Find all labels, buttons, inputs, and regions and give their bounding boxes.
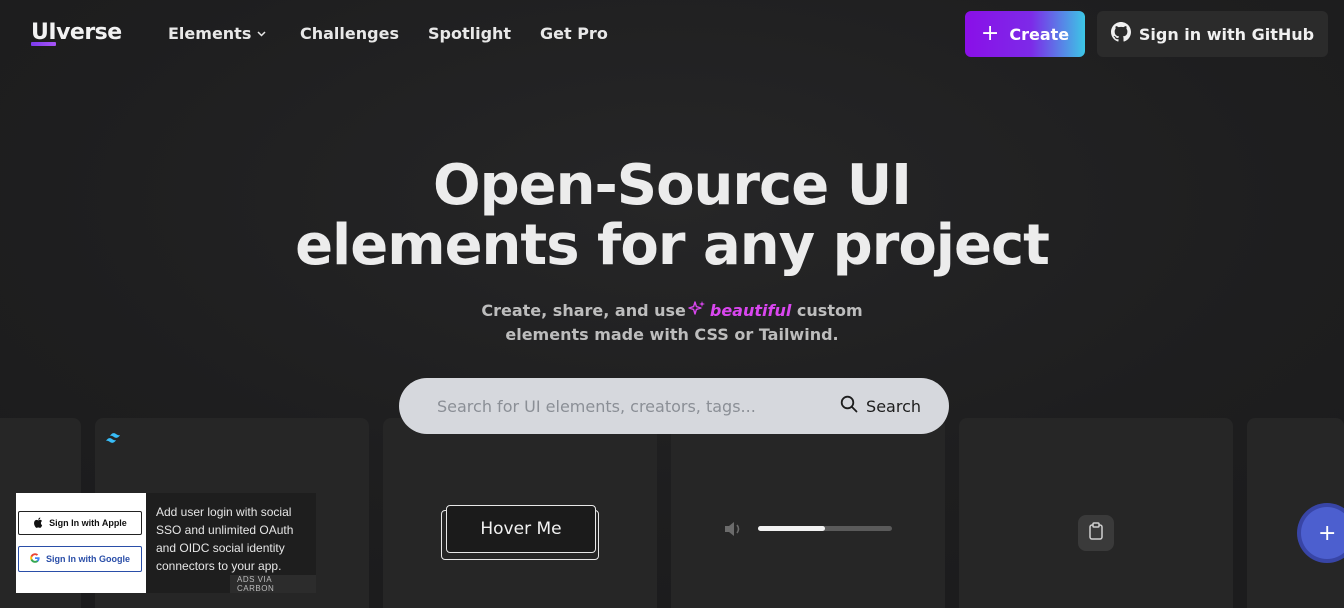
volume-slider-fill [758, 526, 825, 531]
search-button[interactable]: Search [840, 392, 921, 420]
nav-elements[interactable]: Elements [168, 24, 266, 45]
ad-apple-signin: Sign In with Apple [18, 511, 142, 535]
ad-apple-label: Sign In with Apple [49, 518, 127, 528]
logo-verse-text: verse [56, 20, 122, 45]
chevron-down-icon [257, 25, 266, 45]
plus-icon: + [1318, 520, 1337, 546]
create-button-label: Create [1009, 24, 1070, 44]
hover-me-button[interactable]: Hover Me [441, 505, 599, 560]
ad-google-label: Sign In with Google [46, 554, 130, 564]
hero-title-line1: Open-Source UI [432, 153, 912, 218]
hero-subtitle-line2: elements made with CSS or Tailwind. [505, 325, 839, 344]
logo-ui-text: UI [31, 20, 57, 45]
element-card-hover-button[interactable]: Hover Me [383, 418, 657, 608]
plus-icon: + [980, 21, 1000, 46]
search-bar: Search [399, 378, 949, 434]
nav-elements-label: Elements [168, 24, 252, 43]
hero-subtitle-post: custom [796, 301, 863, 320]
volume-icon [723, 520, 743, 542]
nav-spotlight[interactable]: Spotlight [428, 24, 511, 44]
hero-subtitle: Create, share, and use beautiful custom e… [0, 300, 1344, 346]
google-icon [30, 553, 40, 565]
ads-via-carbon-link[interactable]: ADS VIA CARBON [230, 575, 316, 593]
search-icon [840, 395, 858, 417]
create-button[interactable]: + Create [965, 11, 1085, 57]
nav-get-pro[interactable]: Get Pro [540, 24, 608, 44]
nav-challenges[interactable]: Challenges [300, 24, 399, 44]
clipboard-button[interactable] [1078, 515, 1114, 551]
uiverse-logo[interactable]: UIverse [31, 20, 122, 46]
search-button-label: Search [866, 396, 921, 416]
ad-text[interactable]: Add user login with social SSO and unlim… [156, 503, 306, 575]
search-input[interactable] [421, 392, 811, 420]
hero-title-line2: elements for any project [295, 213, 1050, 278]
ad-google-signin: Sign In with Google [18, 546, 142, 572]
github-button-label: Sign in with GitHub [1138, 24, 1315, 44]
hero-subtitle-highlight: beautiful [709, 301, 792, 320]
floating-add-button[interactable]: + [1301, 507, 1344, 559]
volume-slider[interactable] [758, 526, 892, 531]
apple-icon [33, 516, 43, 530]
sparkle-icon [688, 300, 706, 324]
github-signin-button[interactable]: Sign in with GitHub [1097, 11, 1328, 57]
clipboard-icon [1088, 522, 1104, 544]
element-card-volume-slider[interactable] [671, 418, 945, 608]
carbon-ad[interactable]: Sign In with Apple Sign In with Google A… [16, 493, 316, 593]
tailwind-icon [105, 430, 125, 449]
element-card-clipboard[interactable] [959, 418, 1233, 608]
hero-subtitle-pre: Create, share, and use [481, 301, 686, 320]
ad-image[interactable]: Sign In with Apple Sign In with Google [16, 493, 146, 593]
hover-button-wrapper: Hover Me [383, 418, 657, 608]
hero-title: Open-Source UI elements for any project [0, 156, 1344, 276]
github-icon [1110, 22, 1131, 46]
top-navbar: UIverse Elements Challenges Spotlight Ge… [0, 0, 1344, 68]
